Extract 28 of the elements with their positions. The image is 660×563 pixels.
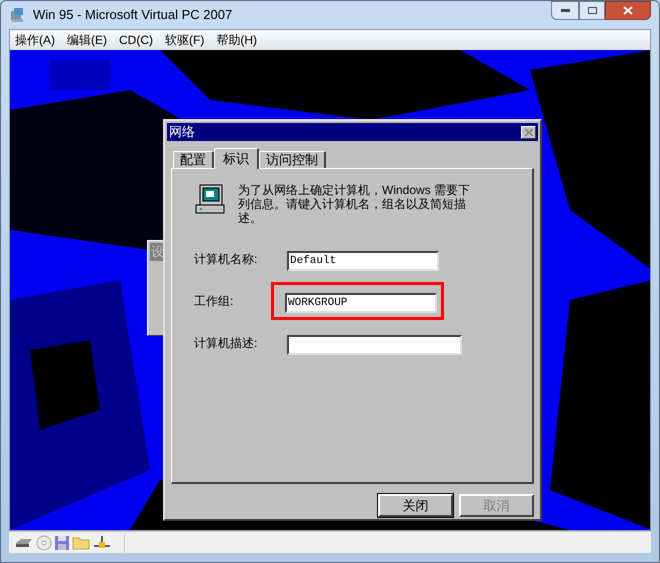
- window-title: Win 95 - Microsoft Virtual PC 2007: [33, 6, 232, 24]
- close-icon: [524, 128, 532, 136]
- menu-item[interactable]: 软驱(F): [165, 31, 204, 49]
- info-text: 为了从网络上确定计算机，Windows 需要下列信息。请键入计算机名，组名以及简短描述。: [238, 183, 472, 225]
- dialog-button[interactable]: 关闭: [378, 494, 453, 517]
- computer-icon: [9, 7, 25, 23]
- minimize-button[interactable]: [551, 1, 579, 20]
- menu-item[interactable]: 操作(A): [15, 31, 55, 49]
- dialog-title: 网络: [169, 123, 195, 142]
- network-icon[interactable]: [93, 536, 111, 550]
- tab[interactable]: 配置: [173, 151, 214, 168]
- field-label: 计算机描述:: [194, 335, 258, 352]
- menu-item[interactable]: CD(C): [119, 31, 153, 49]
- menu-item[interactable]: 编辑(E): [67, 31, 107, 49]
- menu-item[interactable]: 帮助(H): [216, 31, 257, 49]
- maximize-button[interactable]: [579, 1, 605, 20]
- input-field[interactable]: [287, 335, 462, 355]
- input-field[interactable]: Default: [287, 251, 439, 271]
- close-icon: [623, 6, 633, 15]
- field-label: 计算机名称:: [194, 251, 258, 268]
- floppy-icon[interactable]: [55, 536, 69, 550]
- window-title: 设: [150, 243, 164, 262]
- close-button[interactable]: [605, 1, 651, 20]
- computer-icon: [194, 183, 226, 215]
- tab[interactable]: 访问控制: [259, 151, 326, 168]
- tab[interactable]: 标识: [214, 148, 259, 169]
- field-label: 工作组:: [194, 293, 234, 310]
- input-field[interactable]: WORKGROUP: [285, 293, 437, 313]
